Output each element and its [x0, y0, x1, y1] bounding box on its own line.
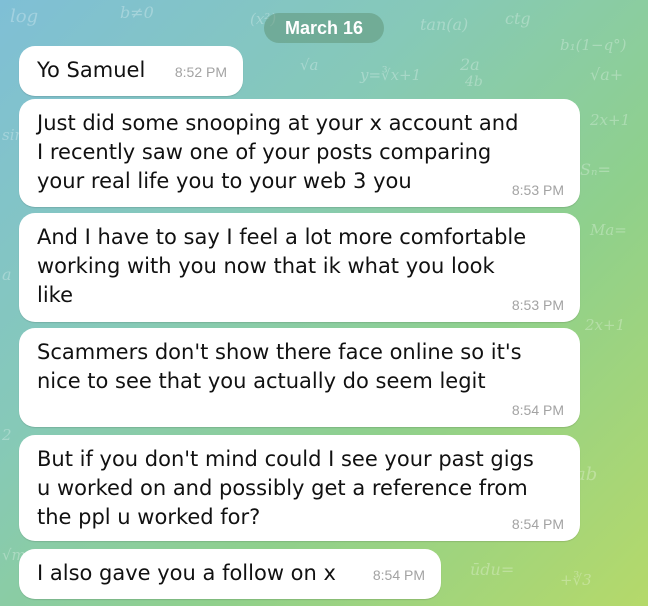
- svg-text:ūdu=: ūdu=: [470, 560, 514, 579]
- svg-text:a: a: [2, 265, 12, 284]
- svg-text:tan(a): tan(a): [420, 15, 468, 34]
- message-bubble[interactable]: But if you don't mind could I see your p…: [19, 435, 580, 541]
- svg-text:ctg: ctg: [505, 9, 531, 28]
- message-text: But if you don't mind could I see your p…: [37, 447, 534, 529]
- message-timestamp: 8:54 PM: [372, 567, 425, 583]
- message-bubble[interactable]: I also gave you a follow on x 8:54 PM: [19, 549, 441, 599]
- svg-text:2x+1: 2x+1: [589, 111, 630, 129]
- message-text: Scammers don't show there face online so…: [37, 340, 522, 393]
- svg-text:y=∛x+1: y=∛x+1: [359, 66, 421, 84]
- svg-text:Sₙ=: Sₙ=: [580, 160, 611, 179]
- message-timestamp: 8:52 PM: [174, 64, 227, 80]
- message-timestamp: 8:53 PM: [511, 182, 564, 198]
- svg-text:2x+1: 2x+1: [584, 316, 625, 334]
- message-timestamp: 8:53 PM: [511, 297, 564, 313]
- message-bubble[interactable]: Yo Samuel 8:52 PM: [19, 46, 243, 96]
- svg-text:2: 2: [1, 426, 12, 444]
- message-text: I also gave you a follow on x: [37, 561, 336, 585]
- svg-text:4b: 4b: [464, 74, 483, 90]
- date-separator: March 16: [264, 13, 384, 43]
- message-text: Yo Samuel: [37, 58, 146, 82]
- svg-text:√a: √a: [300, 56, 319, 74]
- svg-text:+∛3: +∛3: [560, 571, 592, 589]
- svg-text:√a+: √a+: [590, 65, 623, 84]
- svg-text:Ma=: Ma=: [589, 221, 627, 239]
- message-timestamp: 8:54 PM: [511, 402, 564, 418]
- message-bubble[interactable]: And I have to say I feel a lot more comf…: [19, 213, 580, 322]
- svg-text:log: log: [10, 6, 38, 27]
- svg-text:2a: 2a: [459, 55, 480, 74]
- message-timestamp: 8:54 PM: [511, 516, 564, 532]
- svg-text:b≠0: b≠0: [120, 3, 154, 22]
- message-text: Just did some snooping at your x account…: [37, 111, 519, 193]
- message-bubble[interactable]: Just did some snooping at your x account…: [19, 99, 580, 207]
- svg-text:b₁(1−q°): b₁(1−q°): [560, 36, 627, 54]
- message-bubble[interactable]: Scammers don't show there face online so…: [19, 328, 580, 427]
- message-text: And I have to say I feel a lot more comf…: [37, 225, 527, 307]
